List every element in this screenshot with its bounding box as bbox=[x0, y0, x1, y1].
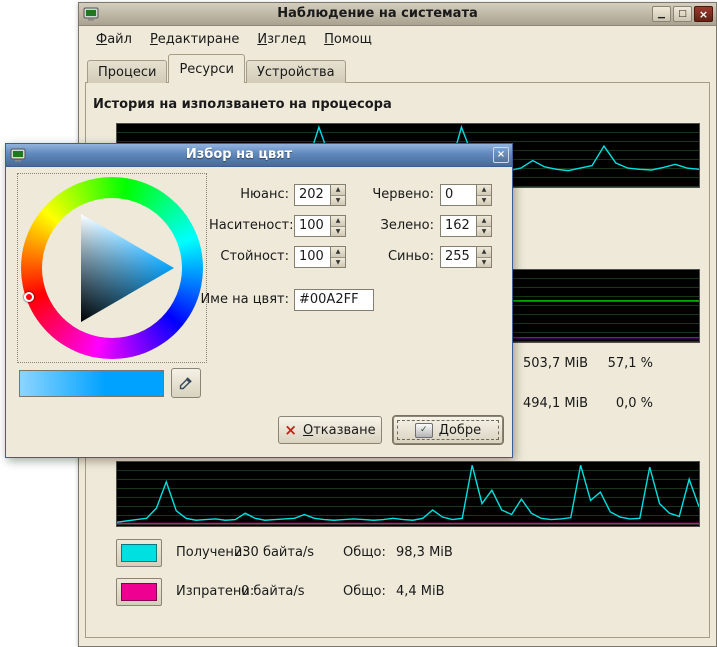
color-name-label: Име на цвят: bbox=[189, 289, 289, 311]
color-preview bbox=[19, 370, 164, 397]
system-monitor-icon bbox=[83, 6, 99, 22]
value-label: Стойност: bbox=[209, 246, 289, 268]
eyedropper-button[interactable] bbox=[171, 368, 201, 398]
dialog-close-icon[interactable]: × bbox=[493, 147, 509, 163]
red-value[interactable]: 0 bbox=[441, 185, 476, 205]
spin-down-icon[interactable]: ▼ bbox=[331, 258, 345, 268]
blue-label: Синьо: bbox=[356, 246, 434, 268]
hue-label: Нюанс: bbox=[209, 184, 289, 206]
spin-up-icon[interactable]: ▲ bbox=[331, 247, 345, 258]
hue-value[interactable]: 202 bbox=[295, 185, 330, 205]
menubar: Файл Редактиране Изглед Помощ bbox=[87, 29, 381, 50]
dialog-icon bbox=[10, 147, 26, 163]
tab-processes[interactable]: Процеси bbox=[87, 60, 167, 83]
menu-edit[interactable]: Редактиране bbox=[141, 29, 248, 50]
spin-down-icon[interactable]: ▼ bbox=[477, 196, 491, 206]
spin-up-icon[interactable]: ▲ bbox=[477, 185, 491, 196]
desktop: Наблюдение на системата ▁ □ × Файл Редак… bbox=[0, 0, 717, 647]
ok-icon: ✓ bbox=[415, 423, 433, 438]
value-value[interactable]: 100 bbox=[295, 247, 330, 267]
menu-help[interactable]: Помощ bbox=[315, 29, 381, 50]
wheel-selector[interactable] bbox=[24, 292, 34, 302]
red-label: Червено: bbox=[356, 184, 434, 206]
spin-up-icon[interactable]: ▲ bbox=[331, 216, 345, 227]
sv-triangle[interactable] bbox=[42, 198, 182, 338]
dialog-titlebar[interactable]: Избор на цвят × bbox=[6, 144, 512, 167]
red-spinbox[interactable]: 0 ▲▼ bbox=[440, 184, 492, 206]
spin-down-icon[interactable]: ▼ bbox=[331, 196, 345, 206]
ok-label: Добре bbox=[439, 423, 481, 438]
blue-value[interactable]: 255 bbox=[441, 247, 476, 267]
hue-spinbox[interactable]: 202 ▲▼ bbox=[294, 184, 346, 206]
window-controls: ▁ □ × bbox=[652, 6, 713, 22]
tab-devices[interactable]: Устройства bbox=[246, 60, 346, 83]
saturation-label: Наситеност: bbox=[209, 215, 289, 237]
dialog-title: Избор на цвят bbox=[30, 144, 448, 166]
green-spinbox[interactable]: 162 ▲▼ bbox=[440, 215, 492, 237]
color-picker-dialog: Избор на цвят × bbox=[5, 143, 513, 458]
tab-resources[interactable]: Ресурси bbox=[168, 54, 245, 83]
eyedropper-icon bbox=[178, 375, 194, 391]
maximize-icon[interactable]: □ bbox=[673, 6, 692, 22]
spin-up-icon[interactable]: ▲ bbox=[331, 185, 345, 196]
green-label: Зелено: bbox=[356, 215, 434, 237]
spin-down-icon[interactable]: ▼ bbox=[477, 227, 491, 237]
saturation-value[interactable]: 100 bbox=[295, 216, 330, 236]
tab-bar: Процеси Ресурси Устройства bbox=[87, 54, 347, 83]
cancel-label: Отказване bbox=[303, 423, 376, 438]
main-window-title: Наблюдение на системата bbox=[103, 3, 652, 25]
menu-file[interactable]: Файл bbox=[87, 29, 141, 50]
spin-down-icon[interactable]: ▼ bbox=[477, 258, 491, 268]
spin-up-icon[interactable]: ▲ bbox=[477, 216, 491, 227]
spin-up-icon[interactable]: ▲ bbox=[477, 247, 491, 258]
main-titlebar[interactable]: Наблюдение на системата ▁ □ × bbox=[79, 3, 716, 26]
color-preview-highlight bbox=[20, 371, 163, 396]
blue-spinbox[interactable]: 255 ▲▼ bbox=[440, 246, 492, 268]
color-wheel[interactable] bbox=[17, 173, 207, 363]
saturation-spinbox[interactable]: 100 ▲▼ bbox=[294, 215, 346, 237]
menu-view[interactable]: Изглед bbox=[248, 29, 315, 50]
spin-down-icon[interactable]: ▼ bbox=[331, 227, 345, 237]
ok-button[interactable]: ✓ Добре bbox=[393, 416, 503, 444]
color-name-input[interactable]: #00A2FF bbox=[294, 289, 374, 311]
minimize-icon[interactable]: ▁ bbox=[652, 6, 671, 22]
cancel-icon: × bbox=[284, 423, 297, 438]
close-icon[interactable]: × bbox=[694, 6, 713, 22]
value-spinbox[interactable]: 100 ▲▼ bbox=[294, 246, 346, 268]
cancel-button[interactable]: × Отказване bbox=[278, 416, 382, 444]
green-value[interactable]: 162 bbox=[441, 216, 476, 236]
